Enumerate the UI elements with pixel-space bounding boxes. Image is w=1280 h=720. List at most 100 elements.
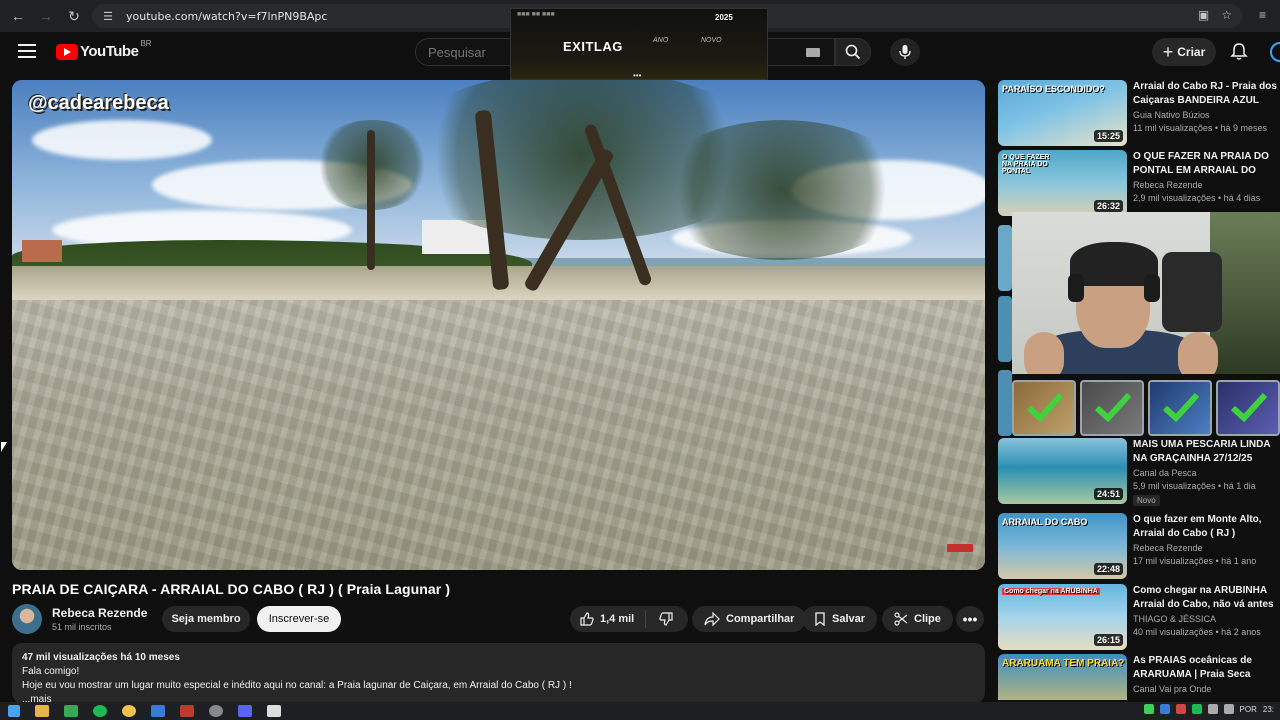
sidebar-video-2[interactable]: O QUE FAZER NA PRAIA DO PONTAL 26:32 O Q… [998, 150, 1280, 216]
channel-avatar[interactable] [12, 604, 42, 634]
tray-icon[interactable] [1191, 704, 1202, 714]
create-button[interactable]: + Criar [1152, 38, 1216, 66]
sidebar-video-6[interactable]: ARARUAMA TEM PRAIA? As PRAIAS oceânicas … [998, 654, 1280, 700]
clip-button[interactable]: Clipe [882, 606, 953, 632]
youtube-logo[interactable]: YouTube BR [56, 39, 152, 60]
checkmark-icon [1094, 392, 1132, 422]
video-thumbnail[interactable]: 24:51 [998, 438, 1127, 504]
streamer-webcam [1012, 212, 1280, 374]
video-title[interactable]: Como chegar na ARUBINHA Arraial do Cabo,… [1133, 584, 1279, 612]
sidebar-video-3[interactable]: 24:51 MAIS UMA PESCARIA LINDA NA GRAÇAIN… [998, 438, 1280, 506]
tray-icon[interactable] [1159, 704, 1170, 714]
more-actions-button[interactable]: ••• [956, 606, 984, 632]
forward-arrow-icon[interactable]: → [32, 2, 60, 30]
share-icon [704, 612, 720, 626]
app-icon[interactable] [151, 705, 165, 717]
video-thumbnail[interactable]: Como chegar na ARUBINHA 26:15 [998, 584, 1127, 650]
windows-taskbar: POR 23: [0, 702, 1280, 720]
headset-left [1068, 274, 1084, 302]
video-title[interactable]: MAIS UMA PESCARIA LINDA NA GRAÇAINHA 27/… [1133, 438, 1279, 466]
join-button[interactable]: Seja membro [162, 606, 250, 632]
volume-icon[interactable] [1207, 704, 1218, 714]
network-icon[interactable] [1223, 704, 1234, 714]
check-tile [1216, 380, 1280, 436]
bookmark-star-icon[interactable]: ☆ [1221, 8, 1232, 22]
save-button[interactable]: Salvar [802, 606, 878, 632]
thumbnail-caption: O QUE FAZER NA PRAIA DO PONTAL [1002, 154, 1050, 175]
discord-icon[interactable] [238, 705, 252, 717]
app-icon[interactable] [267, 705, 281, 717]
video-title[interactable]: O que fazer em Monte Alto, Arraial do Ca… [1133, 513, 1279, 541]
channel-name[interactable]: Rebeca Rezende [1133, 543, 1203, 553]
spotify-icon[interactable] [93, 705, 107, 717]
search-button[interactable] [835, 38, 871, 66]
video-title[interactable]: O QUE FAZER NA PRAIA DO PONTAL EM ARRAIA… [1133, 150, 1279, 178]
description-box[interactable]: 47 mil visualizações há 10 meses Fala co… [12, 643, 985, 703]
hidden-thumbnail[interactable] [998, 296, 1012, 362]
site-settings-icon[interactable]: ☰ [100, 8, 116, 24]
description-line: Fala comigo! [22, 666, 80, 677]
clip-label: Clipe [914, 613, 941, 625]
channel-name[interactable]: THIAGO & JÉSSICA [1133, 614, 1216, 624]
subscribe-button[interactable]: Inscrever-se [257, 606, 341, 632]
video-stats: 17 mil visualizações • há 1 ano [1133, 556, 1257, 566]
account-avatar[interactable] [1270, 42, 1280, 62]
share-button[interactable]: Compartilhar [692, 606, 807, 632]
youtube-play-icon [56, 43, 78, 60]
thumbs-down-icon [659, 612, 673, 626]
video-thumbnail[interactable]: O QUE FAZER NA PRAIA DO PONTAL 26:32 [998, 150, 1127, 216]
app-icon[interactable] [64, 705, 78, 717]
clock[interactable]: 23: [1263, 705, 1274, 714]
logo-region: BR [140, 39, 152, 48]
back-arrow-icon[interactable]: ← [4, 2, 32, 30]
checkmark-icon [1230, 392, 1268, 422]
thumbnail-caption: Como chegar na ARUBINHA [1002, 588, 1100, 595]
app-icon[interactable] [209, 705, 223, 717]
channel-name[interactable]: Rebeca Rezende [52, 606, 147, 620]
exitlag-overlay: ■■■ ■■ ■■■ 2025 EXITLAG ANO NOVO ••• [510, 8, 768, 80]
thumbnail-caption: ARRAIAL DO CABO [1002, 517, 1088, 527]
tray-icon[interactable] [1175, 704, 1186, 714]
sidebar-video-5[interactable]: Como chegar na ARUBINHA 26:15 Como chega… [998, 584, 1280, 650]
channel-name[interactable]: Canal da Pesca [1133, 468, 1197, 478]
save-label: Salvar [832, 613, 866, 625]
video-title[interactable]: Arraial do Cabo RJ - Praia dos Caiçaras … [1133, 80, 1279, 108]
channel-name[interactable]: Rebeca Rezende [1133, 180, 1203, 190]
video-watermark: @cadearebeca [28, 92, 169, 114]
check-tile [1012, 380, 1076, 436]
app-icon[interactable] [180, 705, 194, 717]
sidebar-video-4[interactable]: ARRAIAL DO CABO 22:48 O que fazer em Mon… [998, 513, 1280, 579]
headset-right [1144, 274, 1160, 302]
video-stats: 5,9 mil visualizações • há 1 dia [1133, 481, 1256, 491]
reload-icon[interactable]: ↻ [60, 2, 88, 30]
file-explorer-icon[interactable] [35, 705, 49, 717]
channel-name[interactable]: Canal Vai pra Onde [1133, 684, 1211, 694]
install-app-icon[interactable]: ▣ [1198, 8, 1209, 22]
video-title[interactable]: As PRAIAS oceânicas de ARARUAMA | Praia … [1133, 654, 1279, 682]
scissors-icon [894, 612, 908, 626]
video-duration: 26:32 [1093, 200, 1123, 212]
video-thumbnail[interactable]: ARRAIAL DO CABO 22:48 [998, 513, 1127, 579]
view-date-meta: 47 mil visualizações há 10 meses [22, 652, 180, 663]
video-thumbnail[interactable]: PARAÍSO ESCONDIDO? 15:25 [998, 80, 1127, 146]
overlay-dots: ••• [633, 71, 642, 80]
sidebar-video-1[interactable]: PARAÍSO ESCONDIDO? 15:25 Arraial do Cabo… [998, 80, 1280, 146]
like-button[interactable]: 1,4 mil [570, 610, 646, 628]
video-player[interactable]: @cadearebeca [12, 80, 985, 570]
hidden-thumbnail[interactable] [998, 225, 1012, 291]
channel-name[interactable]: Guia Nativo Búzios [1133, 110, 1210, 120]
language-indicator[interactable]: POR [1240, 705, 1257, 714]
voice-search-button[interactable] [890, 38, 920, 66]
hidden-thumbnail[interactable] [998, 370, 1012, 436]
keyboard-icon[interactable] [806, 48, 820, 57]
tray-icon[interactable] [1143, 704, 1154, 714]
dislike-button[interactable] [646, 612, 686, 626]
hamburger-menu-icon[interactable] [18, 44, 36, 58]
video-thumbnail[interactable]: ARARUAMA TEM PRAIA? [998, 654, 1127, 700]
overlay-tag-left: ANO [653, 37, 669, 44]
overlay-tag-right: NOVO [701, 37, 722, 44]
start-icon[interactable] [8, 705, 20, 717]
notifications-bell-icon[interactable] [1230, 42, 1248, 62]
browser-menu-icon[interactable]: ≡ [1259, 8, 1266, 22]
chrome-icon[interactable] [122, 705, 136, 717]
